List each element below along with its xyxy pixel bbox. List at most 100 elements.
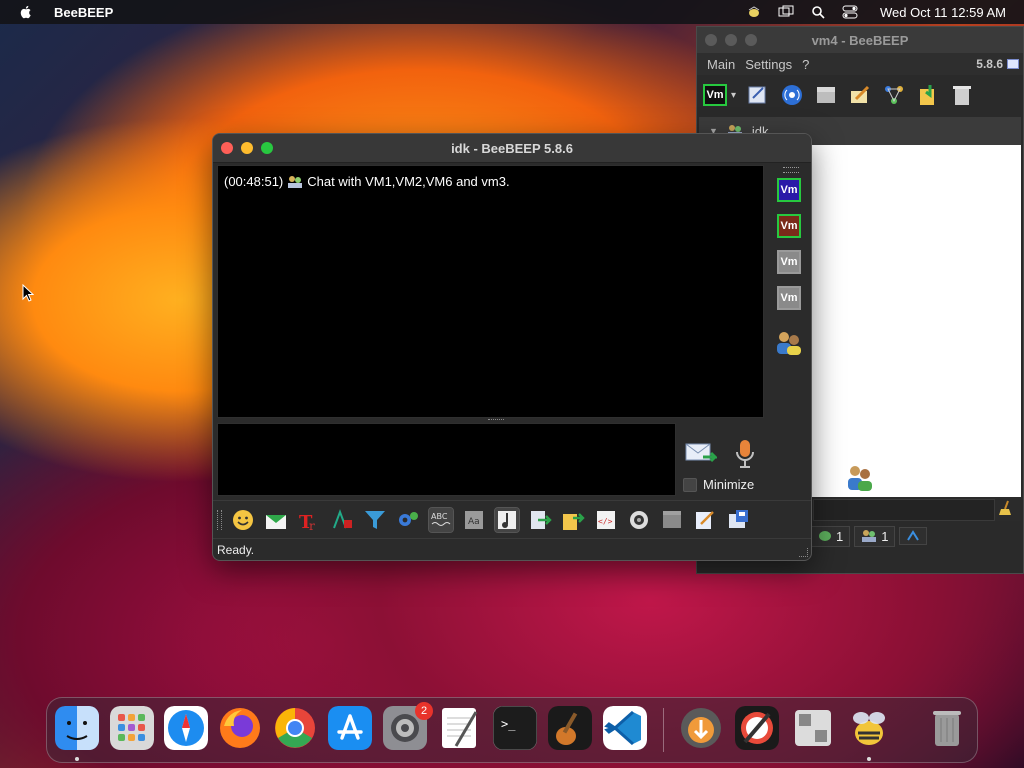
system-settings-app[interactable]: 2 bbox=[383, 702, 433, 750]
app-menu-name[interactable]: BeeBEEP bbox=[54, 5, 113, 20]
minimize-button[interactable] bbox=[241, 142, 253, 154]
screen-mirroring-icon[interactable] bbox=[778, 5, 794, 19]
group-members-icon[interactable] bbox=[775, 329, 803, 357]
downloads-icon[interactable] bbox=[679, 706, 723, 750]
chevron-down-icon[interactable]: ▾ bbox=[731, 90, 736, 101]
resize-grip[interactable] bbox=[799, 548, 808, 557]
dock-separator bbox=[663, 708, 664, 752]
users-icon bbox=[848, 466, 872, 491]
clear-icon[interactable] bbox=[999, 500, 1013, 516]
chat-history[interactable]: (00:48:51) Chat with VM1,VM2,VM6 and vm3… bbox=[217, 165, 764, 418]
trash-icon[interactable] bbox=[925, 706, 969, 750]
sound-icon[interactable] bbox=[494, 506, 520, 533]
chat-toolbar: Tr ABC Aa </> bbox=[213, 500, 811, 538]
chrome-icon[interactable] bbox=[273, 706, 317, 750]
svg-text:ABC: ABC bbox=[431, 512, 448, 521]
archive-icon[interactable] bbox=[814, 83, 838, 107]
menu-help[interactable]: ? bbox=[802, 57, 809, 72]
boot-camp-icon[interactable] bbox=[791, 706, 835, 750]
menu-bar: BeeBEEP Wed Oct 11 12:59 AM bbox=[0, 0, 1024, 24]
notification-badge: 2 bbox=[415, 702, 433, 720]
vm4-menu-bar: Main Settings ? 5.8.6 bbox=[697, 53, 1023, 75]
minimize-option[interactable]: Minimize bbox=[683, 477, 754, 492]
compose-icon[interactable] bbox=[848, 83, 872, 107]
toolbar-grip[interactable] bbox=[217, 509, 222, 530]
user-avatar[interactable]: Vm bbox=[703, 84, 727, 106]
panel-grip[interactable] bbox=[783, 167, 799, 173]
html-code-icon[interactable]: </> bbox=[594, 508, 618, 532]
zoom-button[interactable] bbox=[261, 142, 273, 154]
network-tab[interactable] bbox=[899, 527, 928, 545]
edit-profile-icon[interactable] bbox=[746, 83, 770, 107]
chat-window-titlebar[interactable]: idk - BeeBEEP 5.8.6 bbox=[213, 134, 811, 163]
instruments-icon[interactable] bbox=[735, 706, 779, 750]
close-button[interactable] bbox=[705, 34, 717, 46]
font-icon[interactable]: Tr bbox=[297, 508, 321, 532]
screenshot-icon[interactable] bbox=[627, 508, 651, 532]
minimize-checkbox[interactable] bbox=[683, 477, 697, 492]
disabled-tool-icon[interactable] bbox=[660, 508, 684, 532]
menu-settings[interactable]: Settings bbox=[745, 57, 792, 72]
font-color-icon[interactable] bbox=[330, 508, 354, 532]
firefox-icon[interactable] bbox=[218, 706, 262, 750]
control-center-icon[interactable] bbox=[842, 5, 858, 19]
broadcast-icon[interactable] bbox=[780, 83, 804, 107]
word-completer-icon[interactable]: Aa bbox=[462, 508, 486, 532]
spell-check-icon[interactable]: ABC bbox=[428, 506, 454, 533]
users-tab[interactable]: 1 bbox=[854, 525, 896, 547]
mail-icon[interactable] bbox=[264, 508, 288, 532]
language-flag-icon bbox=[1007, 59, 1019, 69]
safari-icon[interactable] bbox=[164, 706, 208, 750]
zoom-button[interactable] bbox=[745, 34, 757, 46]
network-icon[interactable] bbox=[882, 83, 906, 107]
menubar-clock[interactable]: Wed Oct 11 12:59 AM bbox=[880, 5, 1006, 20]
running-indicator bbox=[75, 757, 79, 761]
member-avatar[interactable]: Vm bbox=[777, 178, 801, 202]
send-file-icon[interactable] bbox=[528, 508, 552, 532]
notes-icon[interactable] bbox=[693, 508, 717, 532]
filter-icon[interactable] bbox=[363, 508, 387, 532]
message-input[interactable] bbox=[217, 423, 676, 496]
vscode-icon[interactable] bbox=[603, 706, 647, 750]
member-avatar[interactable]: Vm bbox=[777, 250, 801, 274]
chat-window: idk - BeeBEEP 5.8.6 (00:48:51) Chat with… bbox=[212, 133, 812, 561]
microphone-icon[interactable] bbox=[734, 439, 756, 469]
member-avatar[interactable]: Vm bbox=[777, 286, 801, 310]
finder-icon[interactable] bbox=[55, 706, 99, 750]
terminal-icon[interactable]: >_ bbox=[493, 706, 537, 750]
vm4-toolbar: Vm ▾ bbox=[697, 75, 1023, 115]
settings-icon[interactable] bbox=[396, 508, 420, 532]
trash-icon[interactable] bbox=[950, 83, 974, 107]
send-message-icon[interactable] bbox=[685, 441, 717, 467]
beebeep-icon[interactable] bbox=[847, 706, 891, 750]
beebeep-tray-icon[interactable] bbox=[746, 5, 762, 19]
minimize-button[interactable] bbox=[725, 34, 737, 46]
chats-count: 1 bbox=[836, 528, 844, 544]
textedit-icon[interactable] bbox=[438, 706, 482, 750]
running-indicator bbox=[867, 757, 871, 761]
member-avatar[interactable]: Vm bbox=[777, 214, 801, 238]
search-input[interactable] bbox=[813, 499, 995, 521]
close-button[interactable] bbox=[221, 142, 233, 154]
send-folder-icon[interactable] bbox=[561, 508, 585, 532]
users-count: 1 bbox=[881, 528, 889, 544]
svg-text:Aa: Aa bbox=[468, 517, 480, 527]
save-chat-icon[interactable] bbox=[726, 508, 750, 532]
launchpad-icon[interactable] bbox=[110, 706, 154, 750]
file-share-icon[interactable] bbox=[916, 83, 940, 107]
users-icon bbox=[862, 530, 877, 542]
dock: 2 >_ bbox=[46, 697, 978, 763]
status-bar: Ready. bbox=[213, 538, 811, 560]
emoticons-icon[interactable] bbox=[231, 508, 255, 532]
svg-text:</>: </> bbox=[598, 517, 613, 526]
vm4-titlebar[interactable]: vm4 - BeeBEEP bbox=[697, 27, 1023, 53]
status-text: Ready. bbox=[217, 542, 255, 557]
menu-main[interactable]: Main bbox=[707, 57, 735, 72]
spotlight-search-icon[interactable] bbox=[810, 5, 826, 19]
chats-tab[interactable]: 1 bbox=[811, 525, 851, 547]
apple-icon[interactable] bbox=[18, 4, 34, 20]
app-store-icon[interactable] bbox=[328, 706, 372, 750]
garageband-icon[interactable] bbox=[548, 706, 592, 750]
chat-message: (00:48:51) Chat with VM1,VM2,VM6 and vm3… bbox=[224, 174, 757, 189]
group-icon bbox=[288, 175, 303, 188]
